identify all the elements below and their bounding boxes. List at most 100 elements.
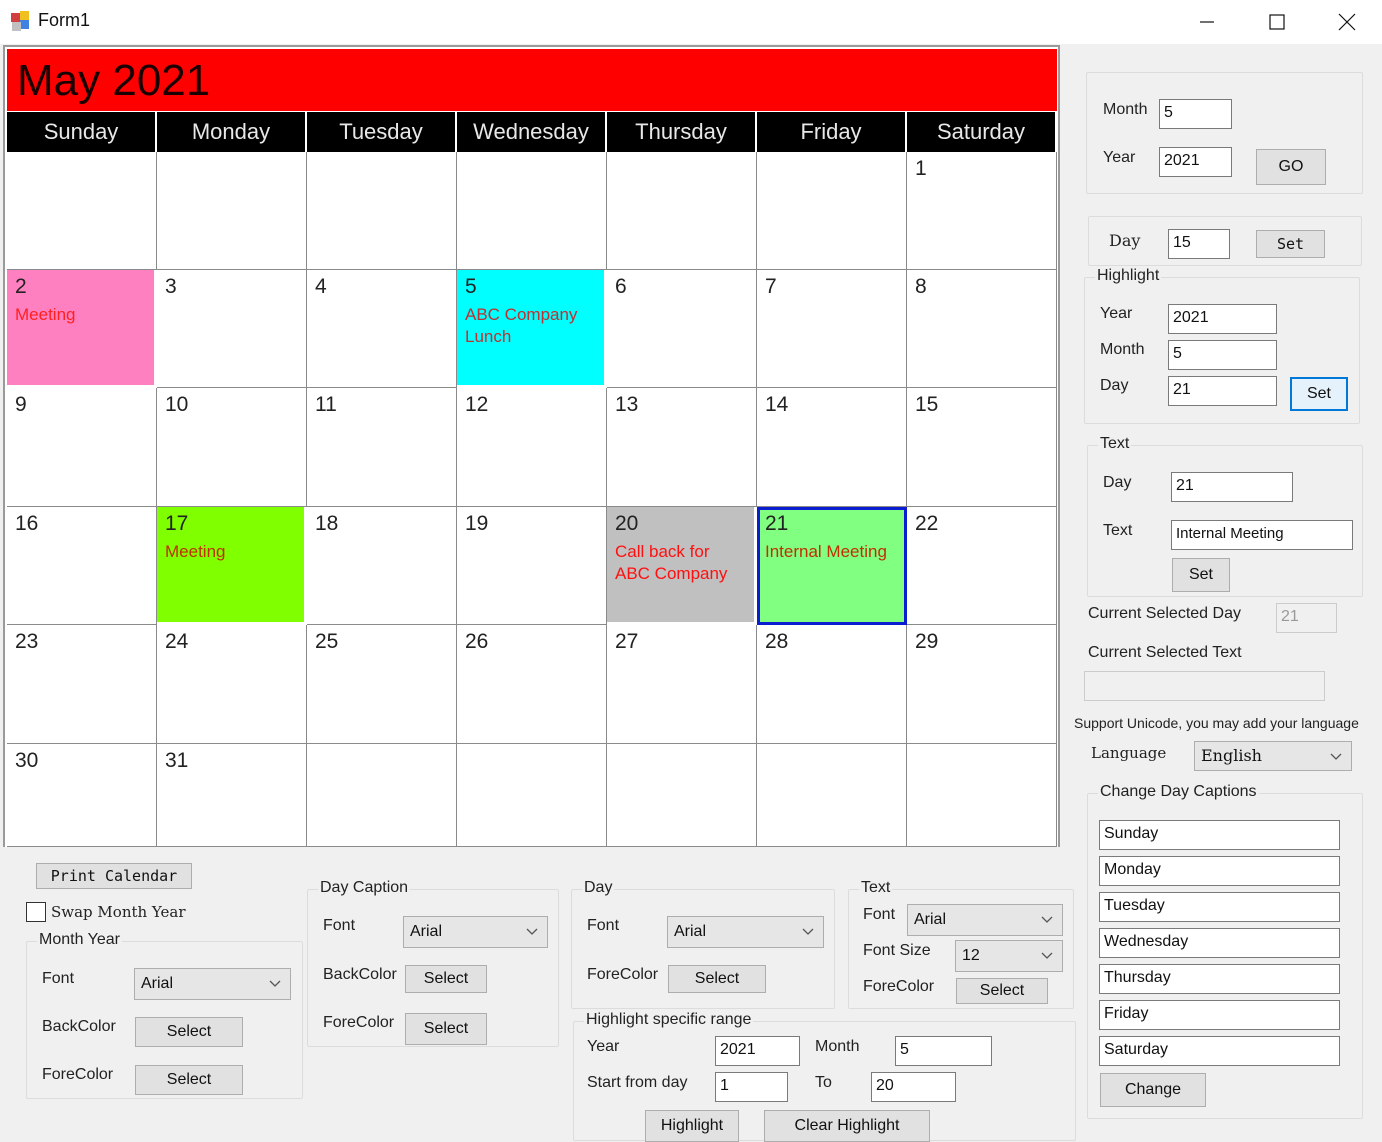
text-set-button[interactable]: Set <box>1172 558 1230 592</box>
calendar-empty-cell[interactable] <box>607 744 757 847</box>
caption-input-thursday[interactable]: Thursday <box>1099 964 1340 994</box>
calendar-empty-cell[interactable] <box>607 152 757 270</box>
day-font-value: Arial <box>674 923 707 940</box>
text-text-input[interactable]: Internal Meeting <box>1171 520 1353 550</box>
close-button[interactable] <box>1312 0 1382 44</box>
calendar-empty-cell[interactable] <box>7 152 157 270</box>
current-selected-text-value <box>1084 671 1325 701</box>
calendar-empty-cell[interactable] <box>757 152 907 270</box>
print-calendar-button[interactable]: Print Calendar <box>36 863 192 889</box>
day-forecolor-button[interactable]: Select <box>668 965 766 993</box>
day-caption-font-select[interactable]: Arial <box>403 916 548 948</box>
minimize-button[interactable] <box>1172 0 1242 44</box>
caption-input-friday[interactable]: Friday <box>1099 1000 1340 1030</box>
highlight-set-button[interactable]: Set <box>1290 377 1348 411</box>
calendar-day-cell[interactable]: 23 <box>7 625 157 744</box>
highlight-group: Highlight Year 2021 Month 5 Day 21 Set <box>1084 267 1360 424</box>
range-start-label: Start from day <box>587 1074 688 1091</box>
calendar-day-cell[interactable]: 29 <box>907 625 1057 744</box>
calendar-day-cell[interactable]: 8 <box>907 270 1057 388</box>
day-number: 8 <box>915 275 927 298</box>
day-number: 30 <box>15 749 39 772</box>
calendar-day-cell[interactable]: 7 <box>757 270 907 388</box>
calendar-day-cell[interactable]: 11 <box>307 388 457 507</box>
text-font-select[interactable]: Arial <box>907 904 1063 936</box>
calendar-day-cell[interactable]: 21 Internal Meeting <box>757 507 907 625</box>
go-button[interactable]: GO <box>1256 149 1326 185</box>
calendar-day-cell[interactable]: 6 <box>607 270 757 388</box>
calendar-day-cell[interactable]: 12 <box>457 388 607 507</box>
calendar-empty-cell[interactable] <box>457 744 607 847</box>
day-caption-font-value: Arial <box>410 923 443 940</box>
caption-input-monday[interactable]: Monday <box>1099 856 1340 886</box>
day-caption-forecolor-label: ForeColor <box>323 1014 395 1031</box>
calendar-day-cell[interactable]: 27 <box>607 625 757 744</box>
calendar-empty-cell[interactable] <box>757 744 907 847</box>
day-number: 11 <box>315 393 337 416</box>
highlight-range-button[interactable]: Highlight <box>645 1110 739 1142</box>
calendar-day-cell[interactable]: 2 Meeting <box>7 270 157 388</box>
calendar-day-cell[interactable]: 24 <box>157 625 307 744</box>
caption-input-sunday[interactable]: Sunday <box>1099 820 1340 850</box>
month-input[interactable]: 5 <box>1159 99 1232 129</box>
text-forecolor-button[interactable]: Select <box>956 978 1048 1004</box>
calendar-day-cell[interactable]: 31 <box>157 744 307 847</box>
day-input[interactable]: 15 <box>1168 229 1230 259</box>
calendar-day-cell[interactable]: 16 <box>7 507 157 625</box>
calendar-day-cell[interactable]: 19 <box>457 507 607 625</box>
calendar-day-cell[interactable]: 1 <box>907 152 1057 270</box>
calendar-day-cell[interactable]: 17 Meeting <box>157 507 307 625</box>
calendar-day-cell[interactable]: 26 <box>457 625 607 744</box>
day-caption-forecolor-button[interactable]: Select <box>405 1013 487 1045</box>
language-select[interactable]: English <box>1194 741 1352 771</box>
clear-highlight-button[interactable]: Clear Highlight <box>764 1110 930 1142</box>
caption-input-tuesday[interactable]: Tuesday <box>1099 892 1340 922</box>
calendar-day-cell[interactable]: 4 <box>307 270 457 388</box>
calendar-day-cell[interactable]: 20 Call back for ABC Company <box>607 507 757 625</box>
highlight-month-input[interactable]: 5 <box>1168 340 1277 370</box>
highlight-year-input[interactable]: 2021 <box>1168 304 1277 334</box>
text-fontsize-select[interactable]: 12 <box>955 940 1063 972</box>
calendar-day-cell[interactable]: 22 <box>907 507 1057 625</box>
day-caption-friday: Friday <box>757 112 905 152</box>
range-month-input[interactable]: 5 <box>895 1036 992 1066</box>
swap-month-year-label[interactable]: Swap Month Year <box>51 903 186 921</box>
calendar-day-cell[interactable]: 13 <box>607 388 757 507</box>
range-year-input[interactable]: 2021 <box>715 1036 800 1066</box>
caption-input-saturday[interactable]: Saturday <box>1099 1036 1340 1066</box>
maximize-button[interactable] <box>1242 0 1312 44</box>
month-year-header[interactable]: May 2021 <box>7 49 1057 111</box>
language-label: Language <box>1091 744 1167 762</box>
calendar-day-cell[interactable]: 3 <box>157 270 307 388</box>
caption-input-wednesday[interactable]: Wednesday <box>1099 928 1340 958</box>
swap-month-year-checkbox[interactable] <box>26 902 46 922</box>
year-input[interactable]: 2021 <box>1159 147 1232 177</box>
calendar-empty-cell[interactable] <box>307 152 457 270</box>
calendar-day-cell[interactable]: 18 <box>307 507 457 625</box>
calendar-day-cell[interactable]: 9 <box>7 388 157 507</box>
text-day-input[interactable]: 21 <box>1171 472 1293 502</box>
calendar-day-cell[interactable]: 28 <box>757 625 907 744</box>
calendar-day-cell[interactable]: 5 ABC Company Lunch <box>457 270 607 388</box>
day-set-button[interactable]: Set <box>1256 230 1325 258</box>
calendar-day-cell[interactable]: 10 <box>157 388 307 507</box>
calendar-empty-cell[interactable] <box>907 744 1057 847</box>
highlight-day-input[interactable]: 21 <box>1168 376 1277 406</box>
calendar-empty-cell[interactable] <box>157 152 307 270</box>
calendar-empty-cell[interactable] <box>457 152 607 270</box>
month-year-font-select[interactable]: Arial <box>134 968 291 1000</box>
day-number: 4 <box>315 275 327 298</box>
range-start-input[interactable]: 1 <box>715 1072 788 1102</box>
calendar-day-cell[interactable]: 25 <box>307 625 457 744</box>
month-year-backcolor-button[interactable]: Select <box>135 1017 243 1047</box>
day-caption-backcolor-button[interactable]: Select <box>405 965 487 993</box>
change-captions-button[interactable]: Change <box>1100 1073 1206 1107</box>
calendar-day-cell[interactable]: 15 <box>907 388 1057 507</box>
day-number: 6 <box>615 275 627 298</box>
calendar-day-cell[interactable]: 14 <box>757 388 907 507</box>
day-font-select[interactable]: Arial <box>667 916 824 948</box>
calendar-day-cell[interactable]: 30 <box>7 744 157 847</box>
month-year-forecolor-button[interactable]: Select <box>135 1065 243 1095</box>
calendar-empty-cell[interactable] <box>307 744 457 847</box>
range-to-input[interactable]: 20 <box>871 1072 956 1102</box>
